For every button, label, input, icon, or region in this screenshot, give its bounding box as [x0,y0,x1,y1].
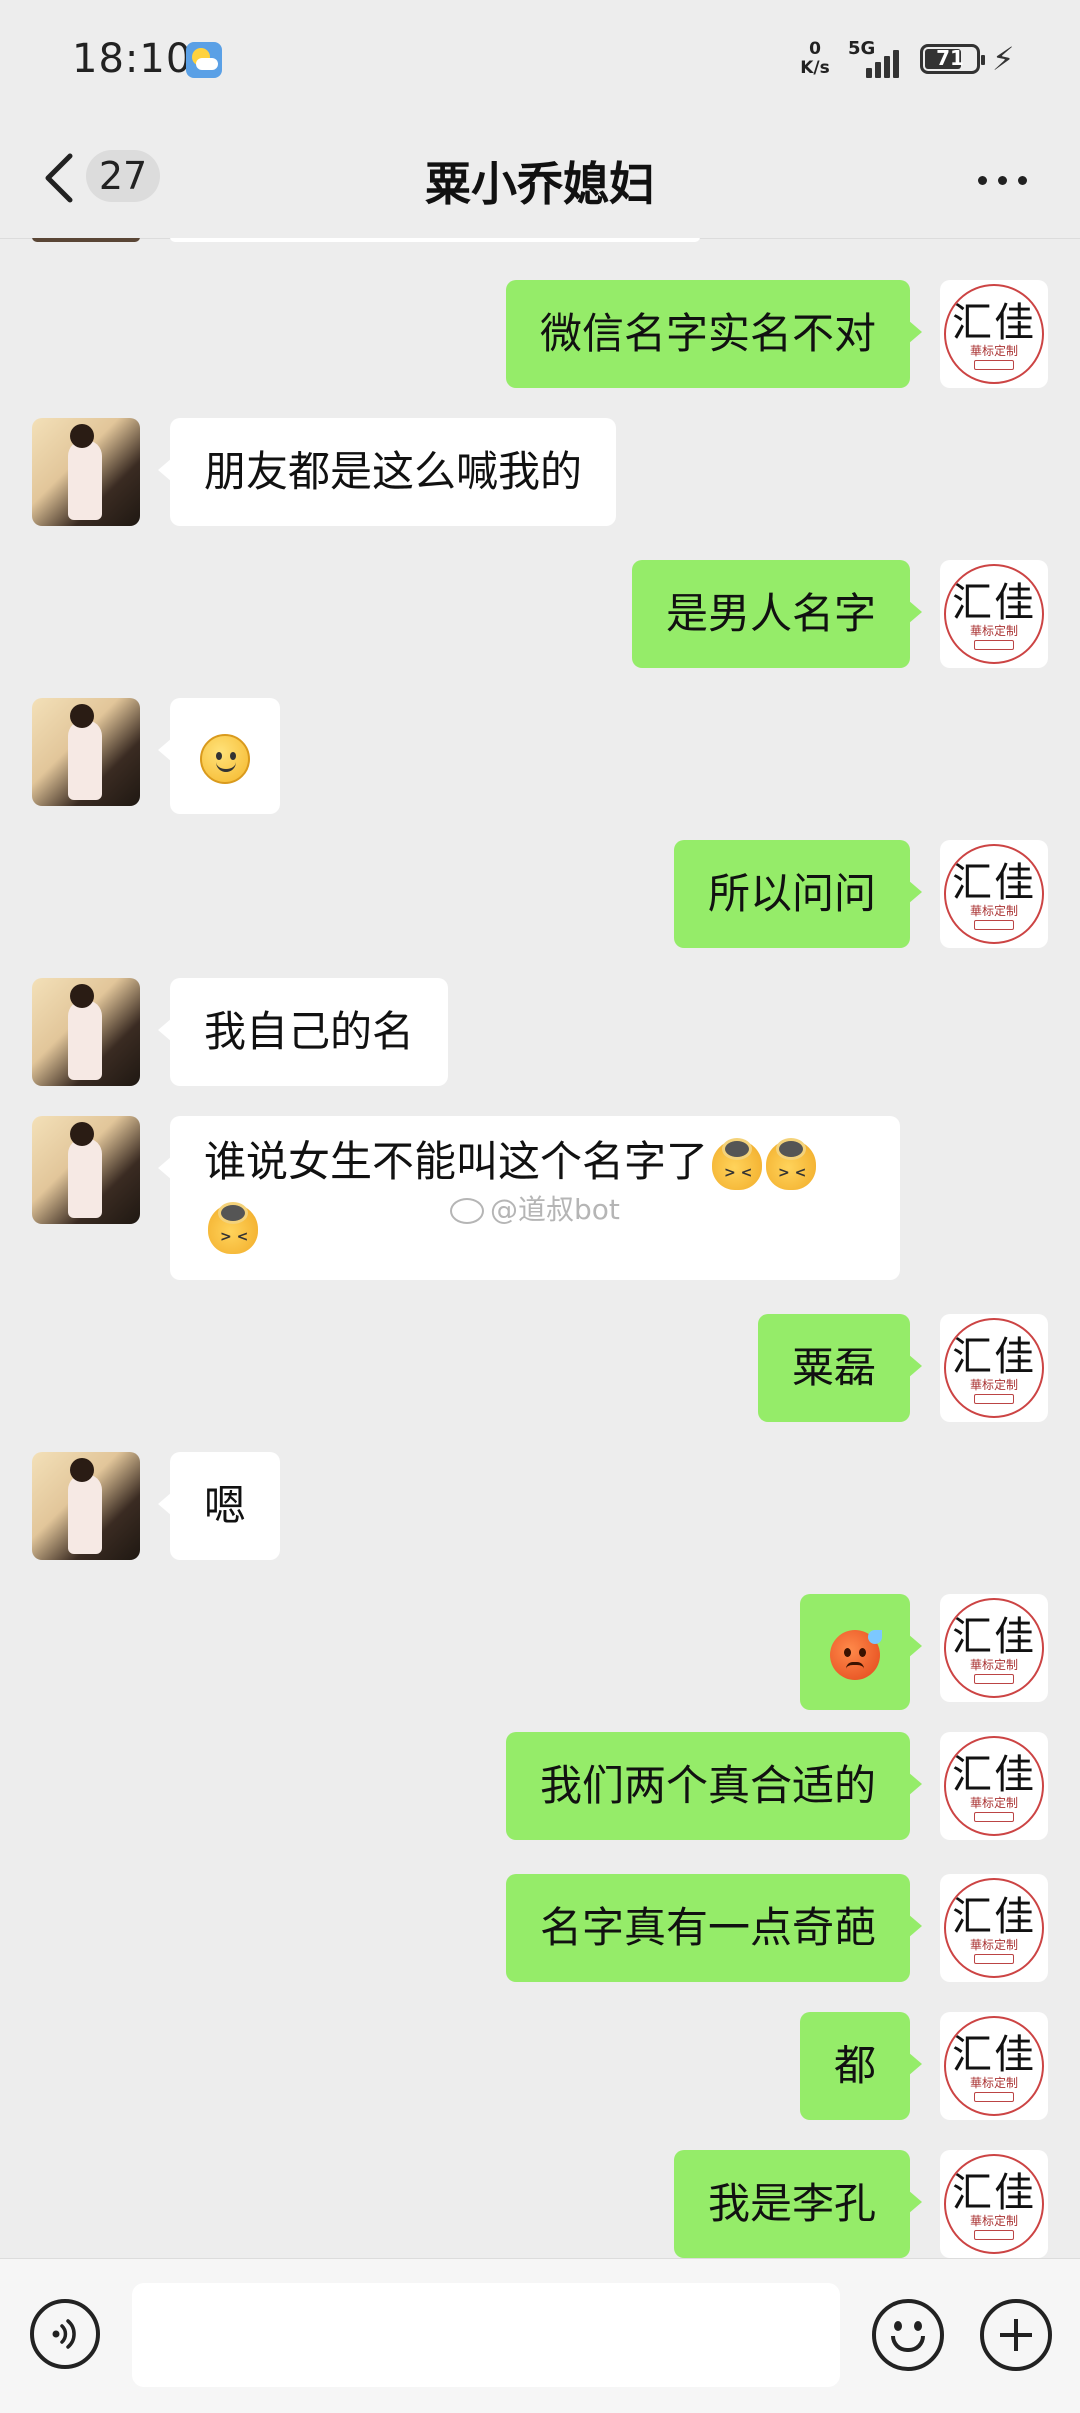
contact-avatar[interactable] [32,1116,140,1224]
avatar-logo-text: 汇佳 [952,1614,1036,1660]
my-avatar[interactable]: 汇佳 華标定制 [940,1732,1048,1840]
message-input[interactable] [132,2283,840,2387]
partial-avatar [32,238,140,242]
message-bubble[interactable] [800,1594,922,1710]
my-avatar[interactable]: 汇佳 華标定制 [940,280,1048,388]
avatar-logo-subtext: 華标定制 [969,904,1018,918]
avatar-logo-subtext: 華标定制 [969,1378,1018,1392]
avatar-logo-subtext: 華标定制 [969,2076,1018,2090]
message-bubble[interactable]: 朋友都是这么喊我的 [157,418,617,526]
weather-icon [186,42,222,78]
avatar-logo-text: 汇佳 [952,1334,1036,1380]
message-bubble[interactable]: 所以问问 [673,840,923,948]
my-avatar[interactable]: 汇佳 華标定制 [940,2150,1048,2258]
battery-icon: 71 [920,44,985,74]
message-text: 我自己的名 [204,1007,415,1056]
message-bubble[interactable]: 我是李孔 [673,2150,923,2258]
battery-level: 71 [936,46,964,70]
plus-icon[interactable] [980,2299,1052,2371]
voice-icon[interactable] [30,2299,100,2369]
message-row: 嗯 [0,1452,1080,1560]
message-bubble[interactable]: 都 [799,2012,923,2120]
facepalm-emoji: > < [712,1137,763,1190]
message-bubble[interactable]: 我们两个真合适的 [505,1732,923,1840]
message-row: 汇佳 華标定制 是男人名字 [0,560,1080,668]
signal-icon [866,48,906,78]
angry-emoji [830,1629,882,1680]
facepalm-emoji: > < [766,1137,817,1190]
message-text: 朋友都是这么喊我的 [204,447,583,496]
message-bubble[interactable]: 嗯 [157,1452,281,1560]
contact-avatar[interactable] [32,978,140,1086]
message-row: 汇佳 華标定制 我是李孔 [0,2150,1080,2258]
message-row: 汇佳 華标定制 名字真有一点奇葩 [0,1874,1080,1982]
message-list[interactable]: 汇佳 華标定制 微信名字实名不对 朋友都是这么喊我的 汇佳 華标定制 是男人名字 汇佳 華标定制… [0,238,1080,2258]
chat-title: 粟小乔媳妇 [425,157,655,211]
partial-bubble [170,238,700,242]
avatar-logo-text: 汇佳 [952,300,1036,346]
avatar-logo-text: 汇佳 [952,580,1036,626]
my-avatar[interactable]: 汇佳 華标定制 [940,840,1048,948]
input-bar [0,2258,1080,2413]
message-text: 谁说女生不能叫这个名字了 [204,1137,709,1186]
avatar-logo-text: 汇佳 [952,2032,1036,2078]
avatar-logo-subtext: 華标定制 [969,344,1018,358]
facepalm-emoji: > < [208,1201,258,1254]
my-avatar[interactable]: 汇佳 華标定制 [940,2012,1048,2120]
message-text: 我是李孔 [707,2179,876,2228]
contact-avatar[interactable] [32,1452,140,1560]
message-row: 我自己的名 [0,978,1080,1086]
network-speed-value: 0 [809,39,821,59]
message-row: 汇佳 華标定制 [0,1594,1080,1710]
emoji-icon[interactable] [872,2299,944,2371]
message-row [0,698,1080,814]
message-text: 名字真有一点奇葩 [539,1903,876,1952]
message-bubble[interactable]: 我自己的名 [157,978,449,1086]
avatar-logo-subtext: 華标定制 [969,624,1018,638]
message-text: 嗯 [204,1481,247,1530]
status-time: 18:10 [72,36,193,82]
message-text: 我们两个真合适的 [539,1761,876,1810]
message-bubble[interactable] [158,698,280,814]
message-text: 都 [833,2041,876,2090]
avatar-logo-subtext: 華标定制 [969,1938,1018,1952]
message-row: 汇佳 華标定制 所以问问 [0,840,1080,948]
my-avatar[interactable]: 汇佳 華标定制 [940,1314,1048,1422]
message-row: 朋友都是这么喊我的 [0,418,1080,526]
charging-icon: ⚡ [992,40,1015,78]
contact-avatar[interactable] [32,698,140,806]
chat-header: 27 粟小乔媳妇 [0,120,1080,239]
status-bar: 18:10 0 K/s 5G 71 ⚡ [0,0,1080,120]
contact-avatar[interactable] [32,418,140,526]
avatar-logo-subtext: 華标定制 [969,2214,1018,2228]
message-row: 汇佳 華标定制 都 [0,2012,1080,2120]
watermark: @道叔bot [450,1188,620,1228]
my-avatar[interactable]: 汇佳 華标定制 [940,560,1048,668]
avatar-logo-subtext: 華标定制 [969,1658,1018,1672]
avatar-logo-text: 汇佳 [952,2170,1036,2216]
smile-emoji [200,733,250,784]
my-avatar[interactable]: 汇佳 華标定制 [940,1594,1048,1702]
message-row: 汇佳 華标定制 我们两个真合适的 [0,1732,1080,1840]
message-row: 汇佳 華标定制 微信名字实名不对 [0,280,1080,388]
message-text: 是男人名字 [665,589,876,638]
more-icon[interactable] [972,160,1032,200]
message-bubble[interactable]: 是男人名字 [631,560,923,668]
message-bubble[interactable]: 名字真有一点奇葩 [505,1874,923,1982]
message-bubble[interactable]: 粟磊 [757,1314,923,1422]
message-text: 粟磊 [791,1343,876,1392]
my-avatar[interactable]: 汇佳 華标定制 [940,1874,1048,1982]
avatar-logo-text: 汇佳 [952,860,1036,906]
network-speed-unit: K/s [800,58,830,78]
message-text: 微信名字实名不对 [539,309,876,358]
message-text: 所以问问 [707,869,876,918]
avatar-logo-subtext: 華标定制 [969,1796,1018,1810]
message-bubble[interactable]: 微信名字实名不对 [505,280,923,388]
avatar-logo-text: 汇佳 [952,1894,1036,1940]
message-row: 汇佳 華标定制 粟磊 [0,1314,1080,1422]
avatar-logo-text: 汇佳 [952,1752,1036,1798]
network-speed: 0 K/s [792,40,838,78]
